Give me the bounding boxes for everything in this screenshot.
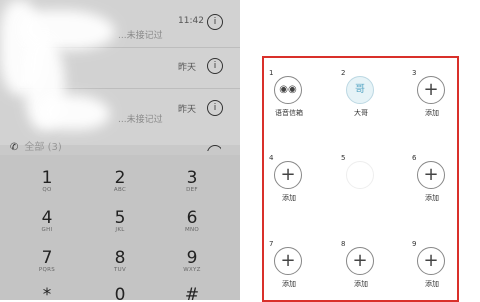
key-7[interactable]: 7 PQRS (17, 249, 77, 273)
slot-number: 5 (341, 154, 346, 162)
slot-label: 大哥 (354, 109, 368, 117)
key-letters: GHI (41, 227, 53, 233)
plus-icon: + (417, 161, 445, 189)
slot-number: 1 (269, 69, 274, 77)
slot-label: 添加 (282, 194, 296, 202)
plus-icon: + (346, 247, 374, 275)
info-icon[interactable] (207, 145, 221, 151)
slot-label: 添加 (282, 280, 296, 288)
key-letters: QO (42, 187, 52, 193)
speed-dial-slot-6[interactable]: 6 + 添加 (407, 147, 457, 207)
slot-label: 添加 (425, 194, 439, 202)
key-digit: 4 (41, 208, 53, 228)
key-digit: 7 (41, 248, 53, 268)
contact-avatar: 哥 (346, 76, 374, 104)
blurred-avatar-icon (346, 161, 374, 189)
privacy-smear (40, 95, 110, 130)
call-log-time: 11:42 (178, 16, 204, 26)
key-3[interactable]: 3 DEF (162, 169, 222, 193)
slot-label: 添加 (354, 280, 368, 288)
plus-icon: + (274, 247, 302, 275)
dialpad: 1 QO 2 ABC 3 DEF 4 GHI 5 JKL 6 MNO 7 PQR… (0, 155, 240, 300)
key-1[interactable]: 1 QO (17, 169, 77, 193)
info-icon[interactable]: i (207, 58, 223, 74)
key-digit: 1 (41, 168, 53, 188)
key-0[interactable]: 0 (90, 286, 150, 300)
key-digit: 5 (114, 208, 126, 228)
speed-dial-slot-5[interactable]: 5 (336, 147, 386, 207)
key-digit: * (42, 285, 52, 300)
contacts-filter[interactable]: ✆ 全部 (3) (10, 138, 62, 153)
speed-dial-slot-3[interactable]: 3 + 添加 (407, 62, 457, 122)
key-digit: 2 (114, 168, 126, 188)
key-digit: 3 (186, 168, 198, 188)
slot-number: 9 (412, 240, 417, 248)
phone-dialer-panel: ...未接记过 11:42 i 昨天 i ...未接记过 昨天 i ✆ 全部 (3… (0, 0, 240, 300)
key-2[interactable]: 2 ABC (90, 169, 150, 193)
info-icon[interactable]: i (207, 14, 223, 30)
key-8[interactable]: 8 TUV (90, 249, 150, 273)
info-icon[interactable]: i (207, 100, 223, 116)
plus-icon: + (417, 247, 445, 275)
call-log-time: 昨天 (178, 63, 197, 73)
speed-dial-slot-1[interactable]: 1 ◉◉ 语音信箱 (264, 62, 314, 122)
key-letters: DEF (186, 187, 198, 193)
call-log-subtitle: ...未接记过 (118, 31, 163, 41)
key-letters: MNO (184, 227, 200, 233)
key-6[interactable]: 6 MNO (162, 209, 222, 233)
key-digit: 6 (186, 208, 198, 228)
key-digit: 8 (114, 248, 126, 268)
call-log: ...未接记过 11:42 i 昨天 i ...未接记过 昨天 i ✆ 全部 (3… (0, 0, 240, 153)
key-9[interactable]: 9 WXYZ (162, 249, 222, 273)
key-digit: # (184, 285, 200, 300)
key-digit: 9 (186, 248, 198, 268)
key-letters: PQRS (38, 267, 56, 273)
slot-label: 添加 (425, 280, 439, 288)
slot-number: 7 (269, 240, 274, 248)
phone-icon: ✆ (10, 142, 19, 153)
slot-label: 语音信箱 (275, 109, 303, 117)
key-letters: ABC (113, 187, 127, 193)
key-digit: 0 (114, 285, 126, 300)
call-log-subtitle: ...未接记过 (118, 115, 163, 125)
speed-dial-slot-8[interactable]: 8 + 添加 (336, 233, 386, 293)
speed-dial-slot-4[interactable]: 4 + 添加 (264, 147, 314, 207)
slot-label: 添加 (425, 109, 439, 117)
key-5[interactable]: 5 JKL (90, 209, 150, 233)
key-4[interactable]: 4 GHI (17, 209, 77, 233)
speed-dial-grid: 1 ◉◉ 语音信箱 2 哥 大哥 3 + 添加 4 + 添加 5 6 + 添加 … (262, 56, 459, 302)
key-letters: JKL (115, 227, 125, 233)
contacts-label: 全部 (3) (24, 142, 62, 153)
call-log-time: 昨天 (178, 105, 197, 115)
slot-number: 4 (269, 154, 274, 162)
key-star[interactable]: * (17, 286, 77, 300)
key-letters: WXYZ (183, 267, 201, 273)
slot-number: 6 (412, 154, 417, 162)
voicemail-icon: ◉◉ (274, 76, 302, 104)
plus-icon: + (274, 161, 302, 189)
key-hash[interactable]: # (162, 286, 222, 300)
slot-number: 3 (412, 69, 417, 77)
speed-dial-slot-9[interactable]: 9 + 添加 (407, 233, 457, 293)
slot-number: 8 (341, 240, 346, 248)
slot-number: 2 (341, 69, 346, 77)
speed-dial-slot-2[interactable]: 2 哥 大哥 (336, 62, 386, 122)
speed-dial-slot-7[interactable]: 7 + 添加 (264, 233, 314, 293)
key-letters: TUV (113, 267, 127, 273)
plus-icon: + (417, 76, 445, 104)
